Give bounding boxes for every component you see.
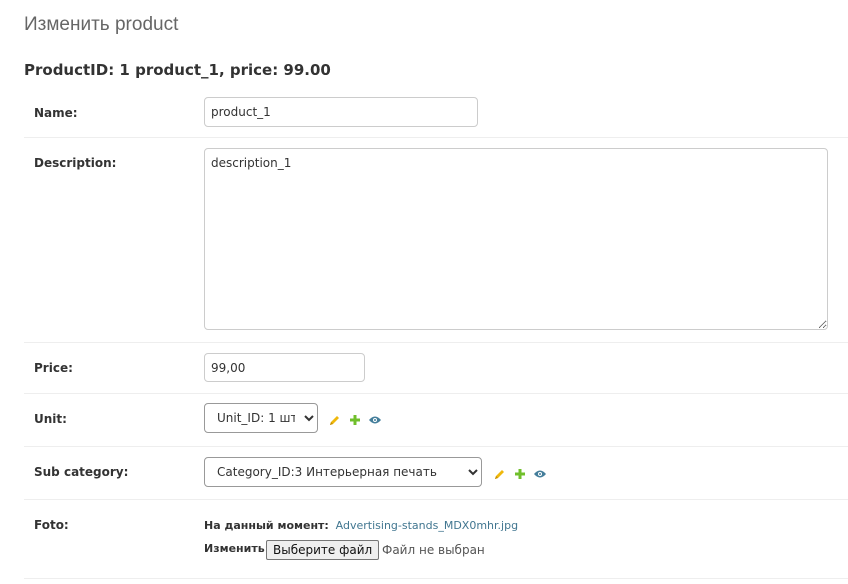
no-file-text: Файл не выбран [382,543,485,557]
form-row-description: Description: description_1 [24,138,848,343]
object-title: ProductID: 1 product_1, price: 99.00 [24,61,331,79]
plus-icon[interactable] [348,413,362,427]
plus-icon[interactable] [513,467,527,481]
current-file-link[interactable]: Advertising-stands_MDX0mhr.jpg [336,519,518,532]
pencil-icon[interactable] [328,413,342,427]
price-label: Price: [34,361,73,375]
eye-icon[interactable] [368,413,382,427]
description-label: Description: [34,156,117,170]
description-textarea[interactable]: description_1 [204,148,828,330]
foto-label: Foto: [34,518,69,532]
current-file-label: На данный момент: [204,519,329,532]
change-file-label: Изменить: [204,542,270,555]
form-row-sub-category: Sub category: Category_ID:3 Интерьерная … [24,447,848,500]
price-input[interactable] [204,353,365,382]
choose-file-button[interactable]: Выберите файл [266,540,380,560]
pencil-icon[interactable] [493,467,507,481]
unit-label: Unit: [34,412,67,426]
sub-category-select[interactable]: Category_ID:3 Интерьерная печать [204,457,482,487]
form-row-name: Name: [24,89,848,138]
name-input[interactable] [204,97,478,127]
current-file-line: На данный момент: Advertising-stands_MDX… [204,519,518,532]
name-label: Name: [34,106,78,120]
page-title: Изменить product [24,14,179,35]
form-row-foto: Foto: На данный момент: Advertising-stan… [24,500,848,579]
sub-category-label: Sub category: [34,465,129,479]
unit-select[interactable]: Unit_ID: 1 шт. [204,403,318,433]
form-row-price: Price: [24,343,848,394]
form-row-unit: Unit: Unit_ID: 1 шт. [24,394,848,447]
eye-icon[interactable] [533,467,547,481]
